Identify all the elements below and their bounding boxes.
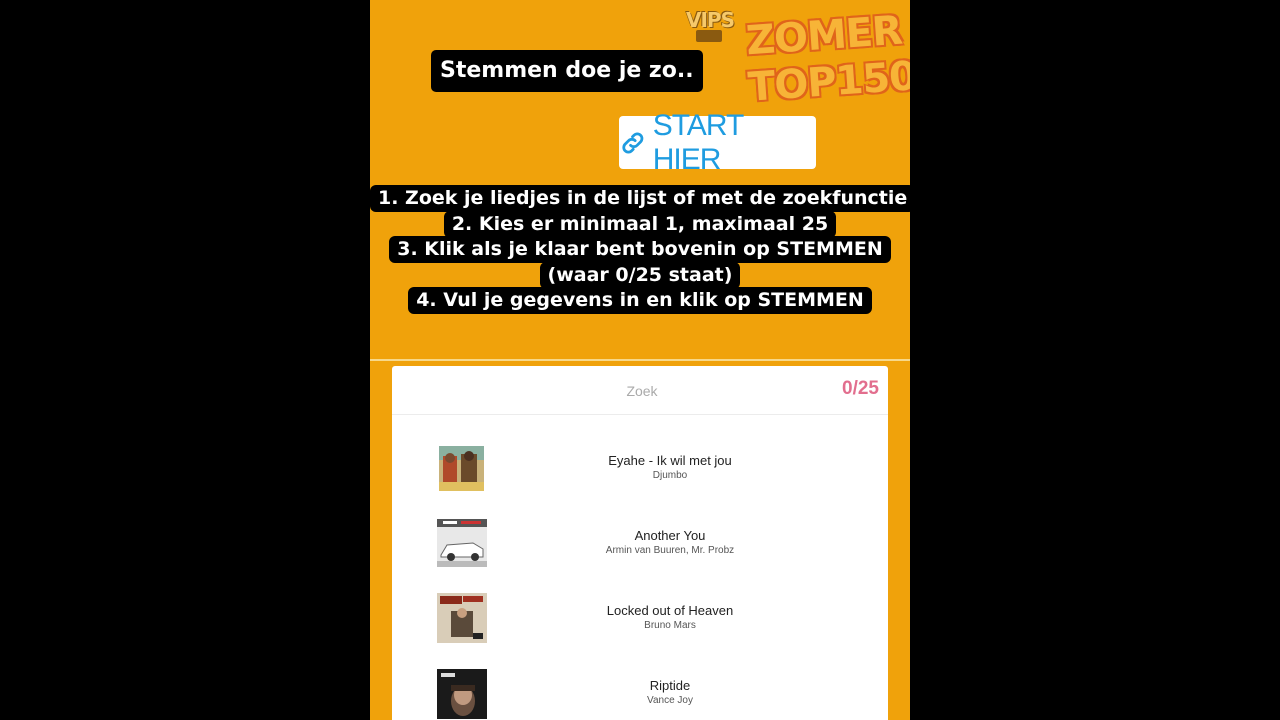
instructions-list: 1. Zoek je liedjes in de lijst of met de… [370,185,910,314]
song-title: Another You [634,528,706,543]
page-title: Stemmen doe je zo.. [431,50,703,92]
song-item-4[interactable]: Riptide Vance Joy [392,656,888,720]
album-cover-image [439,446,484,491]
vote-counter[interactable]: 0/25 [842,378,879,400]
logo-line-zomer: ZOMER [744,7,904,65]
start-hier-label: START HIER [652,108,744,176]
instruction-step-4: 4. Vul je gegevens in en klik op STEMMEN [408,287,872,314]
voting-list-card: 0/25 Eyahe - Ik wil met jou Djumbo [392,366,888,720]
zomer-top150-logo: VIPS ZOMER TOP150 [680,6,910,116]
song-item-2[interactable]: Another You Armin van Buuren, Mr. Probz [392,506,888,580]
song-artist: Armin van Buuren, Mr. Probz [605,545,735,556]
story-screen: VIPS ZOMER TOP150 Stemmen doe je zo.. ST… [370,0,910,720]
song-title: Locked out of Heaven [606,603,734,618]
song-item-3[interactable]: Locked out of Heaven Bruno Mars [392,581,888,655]
search-input[interactable] [542,376,742,406]
logo-line-top150: TOP150 [746,53,910,111]
song-title: Eyahe - Ik wil met jou [608,453,732,468]
album-cover-image [437,593,487,643]
song-artist: Bruno Mars [644,620,696,631]
album-cover-image [437,669,487,719]
vips-logo-badge [696,30,722,42]
search-bar: 0/25 [392,366,888,415]
divider [370,359,910,361]
vips-logo-text: VIPS [686,8,735,32]
instruction-step-1: 1. Zoek je liedjes in de lijst of met de… [370,185,910,212]
song-title: Riptide [649,678,691,693]
link-icon [622,132,644,153]
start-hier-button[interactable]: START HIER [619,109,816,176]
instruction-step-3-note: (waar 0/25 staat) [539,261,741,289]
instruction-step-3: 3. Klik als je klaar bent bovenin op STE… [389,236,891,263]
instruction-step-2: 2. Kies er minimaal 1, maximaal 25 [443,210,837,238]
album-cover-image [437,519,487,567]
song-item-1[interactable]: Eyahe - Ik wil met jou Djumbo [392,431,888,505]
song-artist: Djumbo [652,470,688,481]
song-artist: Vance Joy [647,695,693,706]
